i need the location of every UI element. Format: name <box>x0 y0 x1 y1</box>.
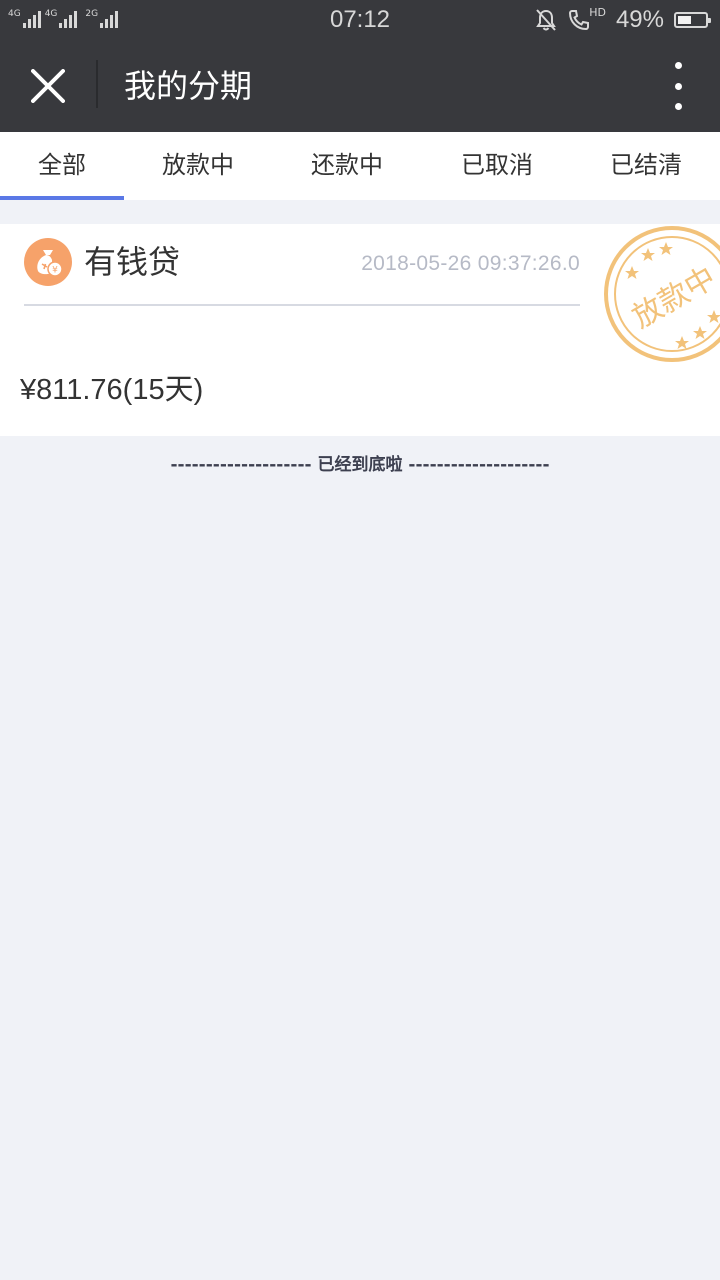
svg-text:¥: ¥ <box>52 266 58 276</box>
card-divider <box>24 304 580 306</box>
battery-icon <box>674 12 711 28</box>
close-button[interactable] <box>14 52 82 120</box>
order-amount: ¥811.76(15天) <box>20 374 204 406</box>
header-divider <box>96 60 98 108</box>
lender-name: 有钱贷 <box>84 243 181 281</box>
mute-bell-icon <box>535 8 557 32</box>
tab-cancelled[interactable]: 已取消 <box>422 132 572 200</box>
stamp-seal-icon: 放款中 <box>604 226 720 362</box>
tab-disbursing[interactable]: 放款中 <box>124 132 272 200</box>
stamp-label: 放款中 <box>627 260 720 335</box>
battery-percent: 49% <box>615 6 664 33</box>
tab-all[interactable]: 全部 <box>0 132 124 200</box>
status-right-group: HD 49% <box>535 0 711 40</box>
close-icon <box>31 69 65 103</box>
more-vertical-icon <box>674 62 682 69</box>
more-options-button[interactable] <box>666 62 690 110</box>
hd-call-icon: HD <box>567 6 606 32</box>
tab-settled[interactable]: 已结清 <box>572 132 720 200</box>
list-end-indicator: -------------------- 已经到底啦 -------------… <box>170 455 550 475</box>
order-card[interactable]: ¥ 有钱贷 2018-05-26 09:37:26.0 ¥811.76(15天)… <box>0 224 720 436</box>
tab-repaying[interactable]: 还款中 <box>272 132 422 200</box>
status-tabs: 全部 放款中 还款中 已取消 已结清 <box>0 132 720 200</box>
hd-label: HD <box>589 6 606 19</box>
app-header: 我的分期 <box>0 40 720 132</box>
money-bag-icon: ¥ <box>24 238 72 286</box>
status-bar: 4G 4G 2G 07:12 HD 49% <box>0 0 720 40</box>
page-title: 我的分期 <box>124 67 253 105</box>
order-time: 2018-05-26 09:37:26.0 <box>361 252 580 275</box>
